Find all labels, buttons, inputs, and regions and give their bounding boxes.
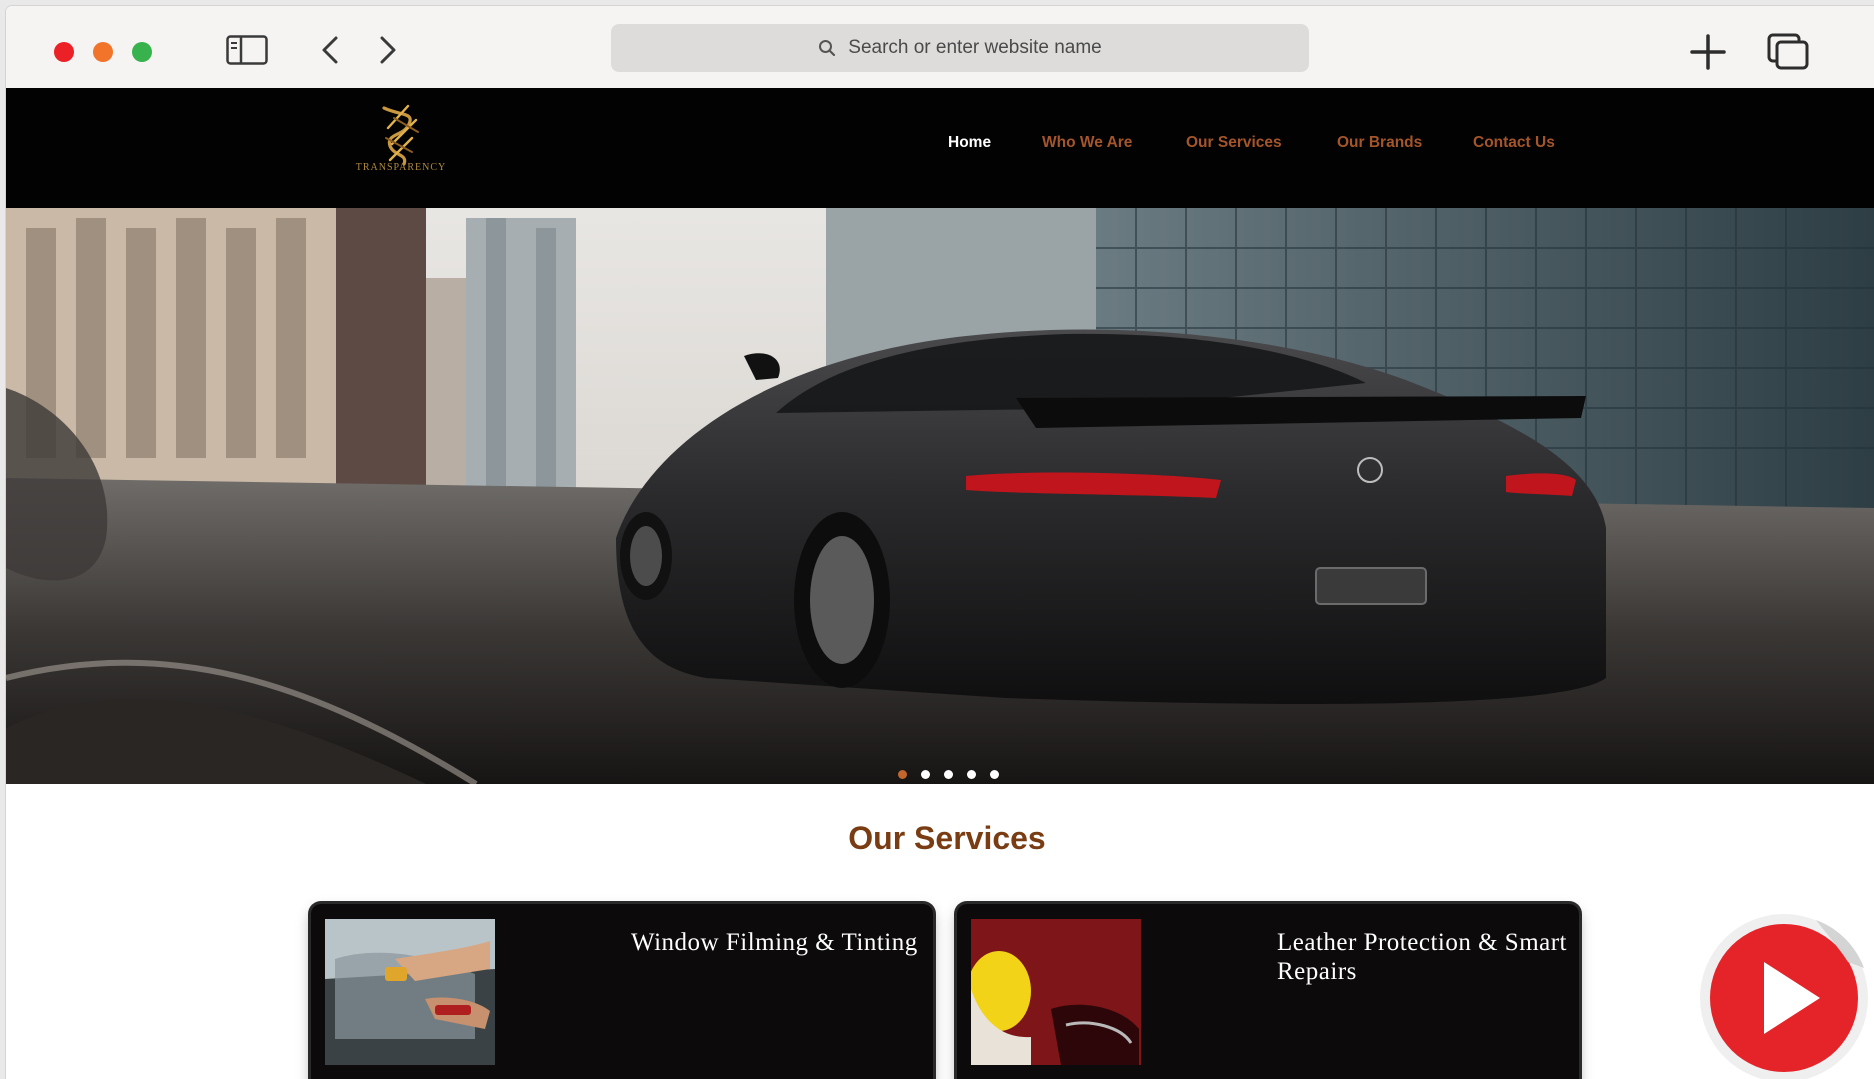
site-header: TRANSPARENCY Home Who We Are Our Service… bbox=[6, 88, 1874, 208]
brand-logo-text: TRANSPARENCY bbox=[355, 162, 447, 173]
forward-arrow-icon[interactable] bbox=[370, 32, 406, 68]
plus-icon[interactable] bbox=[1688, 32, 1728, 72]
close-window-button[interactable] bbox=[54, 42, 74, 62]
slider-pagination bbox=[898, 770, 999, 780]
browser-toolbar: Search or enter website name bbox=[6, 6, 1874, 88]
nav-item-our-brands[interactable]: Our Brands bbox=[1337, 134, 1422, 152]
search-icon bbox=[818, 39, 836, 57]
slider-dot[interactable] bbox=[990, 770, 999, 779]
leather-repair-thumbnail bbox=[971, 919, 1141, 1065]
nav-item-home[interactable]: Home bbox=[948, 134, 991, 152]
service-card-leather-protection[interactable]: Leather Protection & Smart Repairs bbox=[957, 904, 1579, 1079]
address-placeholder: Search or enter website name bbox=[848, 37, 1102, 58]
tabs-overview-icon[interactable] bbox=[1766, 32, 1810, 72]
service-card-window-filming[interactable]: Window Filming & Tinting bbox=[311, 904, 933, 1079]
hero-slider[interactable] bbox=[6, 208, 1874, 784]
hero-car-image bbox=[6, 208, 1874, 784]
slider-dot[interactable] bbox=[921, 770, 930, 779]
sidebar-icon[interactable] bbox=[224, 32, 270, 68]
maximize-window-button[interactable] bbox=[132, 42, 152, 62]
browser-window: Search or enter website name TRANSPARENC… bbox=[6, 6, 1874, 1079]
window-tinting-thumbnail bbox=[325, 919, 495, 1065]
slider-dot[interactable] bbox=[944, 770, 953, 779]
service-card-title: Leather Protection & Smart Repairs bbox=[1277, 929, 1568, 985]
minimize-window-button[interactable] bbox=[93, 42, 113, 62]
service-card-title: Window Filming & Tinting bbox=[631, 929, 918, 956]
play-video-icon[interactable] bbox=[1698, 912, 1870, 1079]
nav-item-contact-us[interactable]: Contact Us bbox=[1473, 134, 1555, 152]
services-heading: Our Services bbox=[848, 820, 1046, 856]
address-bar[interactable]: Search or enter website name bbox=[611, 24, 1309, 72]
back-arrow-icon[interactable] bbox=[312, 32, 348, 68]
nav-item-our-services[interactable]: Our Services bbox=[1186, 134, 1282, 152]
nav-item-who-we-are[interactable]: Who We Are bbox=[1042, 134, 1132, 152]
slider-dot[interactable] bbox=[898, 770, 907, 779]
slider-dot[interactable] bbox=[967, 770, 976, 779]
